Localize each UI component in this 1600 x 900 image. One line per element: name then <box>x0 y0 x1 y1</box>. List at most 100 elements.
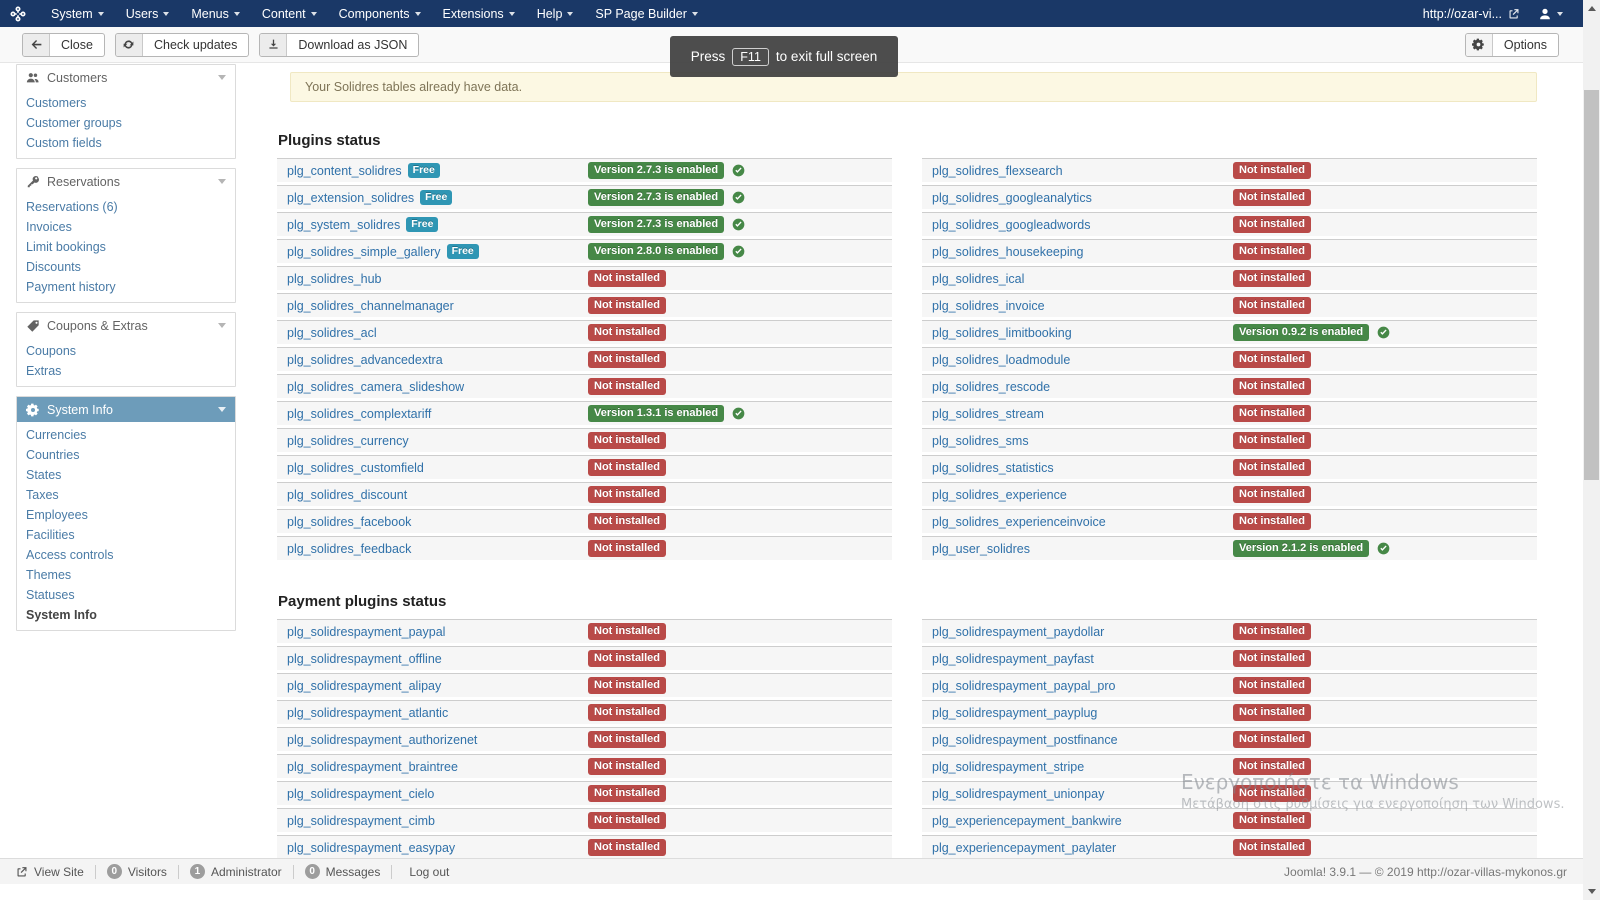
check-circle-icon <box>732 407 745 420</box>
plugin-name-link[interactable]: plg_solidres_rescode <box>932 380 1050 394</box>
sidebar-item-payment-history[interactable]: Payment history <box>17 277 235 297</box>
plugin-name-link[interactable]: plg_solidrespayment_atlantic <box>287 706 448 720</box>
menu-item-users[interactable]: Users <box>115 0 181 27</box>
plugin-name-link[interactable]: plg_solidres_simple_gallery <box>287 245 441 259</box>
status-bar-messages[interactable]: 0 Messages <box>305 864 381 879</box>
plugin-name-link[interactable]: plg_solidres_complextariff <box>287 407 431 421</box>
plugin-name-link[interactable]: plg_experiencepayment_bankwire <box>932 814 1122 828</box>
check-updates-button[interactable]: Check updates <box>115 33 249 57</box>
plugin-name-link[interactable]: plg_solidrespayment_paypal_pro <box>932 679 1115 693</box>
plugin-name-link[interactable]: plg_solidres_experience <box>932 488 1067 502</box>
plugin-name-link[interactable]: plg_extension_solidres <box>287 191 414 205</box>
sidebar-item-facilities[interactable]: Facilities <box>17 525 235 545</box>
options-button[interactable]: Options <box>1465 33 1559 57</box>
sidebar-item-invoices[interactable]: Invoices <box>17 217 235 237</box>
menu-item-content[interactable]: Content <box>251 0 328 27</box>
scroll-up-arrow[interactable] <box>1583 0 1600 17</box>
plugin-name-link[interactable]: plg_system_solidres <box>287 218 400 232</box>
sidebar-panel-header[interactable]: Coupons & Extras <box>17 313 235 338</box>
plugin-name-link[interactable]: plg_solidrespayment_alipay <box>287 679 441 693</box>
plugin-name-link[interactable]: plg_solidres_housekeeping <box>932 245 1084 259</box>
plugin-row: plg_content_solidres Free Version 2.7.3 … <box>277 158 892 182</box>
plugin-name-link[interactable]: plg_solidrespayment_cimb <box>287 814 435 828</box>
plugin-name-link[interactable]: plg_solidrespayment_paypal <box>287 625 445 639</box>
plugin-name-link[interactable]: plg_solidres_camera_slideshow <box>287 380 464 394</box>
sidebar-item-states[interactable]: States <box>17 465 235 485</box>
status-bar-view-site[interactable]: View Site <box>16 865 84 879</box>
plugin-name-link[interactable]: plg_solidres_feedback <box>287 542 411 556</box>
sidebar-item-currencies[interactable]: Currencies <box>17 425 235 445</box>
plugin-name-link[interactable]: plg_solidres_invoice <box>932 299 1045 313</box>
sidebar-item-coupons[interactable]: Coupons <box>17 341 235 361</box>
sidebar-panel-header[interactable]: System Info <box>17 397 235 422</box>
menu-item-components[interactable]: Components <box>328 0 432 27</box>
plugin-name-link[interactable]: plg_solidrespayment_payfast <box>932 652 1094 666</box>
plugin-name-link[interactable]: plg_solidres_stream <box>932 407 1044 421</box>
plugin-name-link[interactable]: plg_solidres_flexsearch <box>932 164 1063 178</box>
plugin-name-link[interactable]: plg_content_solidres <box>287 164 402 178</box>
sidebar-panel-header[interactable]: Reservations <box>17 169 235 194</box>
sidebar-item-employees[interactable]: Employees <box>17 505 235 525</box>
sidebar-item-themes[interactable]: Themes <box>17 565 235 585</box>
sidebar-item-customer-groups[interactable]: Customer groups <box>17 113 235 133</box>
chevron-down-icon <box>692 12 698 16</box>
plugin-name-link[interactable]: plg_solidres_hub <box>287 272 382 286</box>
sidebar-item-taxes[interactable]: Taxes <box>17 485 235 505</box>
plugin-name-link[interactable]: plg_experiencepayment_paylater <box>932 841 1116 855</box>
plugin-name-link[interactable]: plg_solidrespayment_unionpay <box>932 787 1104 801</box>
plugin-name-link[interactable]: plg_solidres_googleanalytics <box>932 191 1092 205</box>
plugin-name-link[interactable]: plg_solidrespayment_easypay <box>287 841 455 855</box>
plugin-name-link[interactable]: plg_solidres_ical <box>932 272 1024 286</box>
sidebar-item-discounts[interactable]: Discounts <box>17 257 235 277</box>
download-json-button[interactable]: Download as JSON <box>259 33 419 57</box>
plugin-name-link[interactable]: plg_solidrespayment_postfinance <box>932 733 1118 747</box>
plugin-name-link[interactable]: plg_solidres_channelmanager <box>287 299 454 313</box>
plugin-name-link[interactable]: plg_solidres_experienceinvoice <box>932 515 1106 529</box>
plugin-name-link[interactable]: plg_solidres_acl <box>287 326 377 340</box>
plugin-name-link[interactable]: plg_solidrespayment_offline <box>287 652 442 666</box>
plugin-name-link[interactable]: plg_solidres_sms <box>932 434 1029 448</box>
sidebar-item-extras[interactable]: Extras <box>17 361 235 381</box>
menu-item-system[interactable]: System <box>40 0 115 27</box>
plugin-name-link[interactable]: plg_solidres_discount <box>287 488 407 502</box>
menu-item-sp-page-builder[interactable]: SP Page Builder <box>584 0 709 27</box>
plugin-name-link[interactable]: plg_solidres_googleadwords <box>932 218 1090 232</box>
menu-item-help[interactable]: Help <box>526 0 585 27</box>
sidebar-panel-header[interactable]: Customers <box>17 65 235 90</box>
status-bar-administrator[interactable]: 1 Administrator <box>190 864 282 879</box>
plugin-name-link[interactable]: plg_solidres_customfield <box>287 461 424 475</box>
plugin-name-link[interactable]: plg_solidrespayment_stripe <box>932 760 1084 774</box>
plugin-name-link[interactable]: plg_solidrespayment_authorizenet <box>287 733 477 747</box>
joomla-logo-icon[interactable] <box>10 6 26 22</box>
plugin-name-link[interactable]: plg_solidres_advancedextra <box>287 353 443 367</box>
plugin-name-link[interactable]: plg_user_solidres <box>932 542 1030 556</box>
status-bar-log-out[interactable]: Log out <box>403 865 449 879</box>
plugin-name-link[interactable]: plg_solidres_statistics <box>932 461 1054 475</box>
plugin-row: plg_solidrespayment_stripe Not installed <box>922 754 1537 778</box>
plugin-name-link[interactable]: plg_solidres_limitbooking <box>932 326 1072 340</box>
sidebar-item-customers[interactable]: Customers <box>17 93 235 113</box>
scrollbar-thumb[interactable] <box>1584 90 1599 480</box>
sidebar-item-system-info[interactable]: System Info <box>17 605 235 625</box>
plugin-name-link[interactable]: plg_solidrespayment_braintree <box>287 760 458 774</box>
user-menu[interactable] <box>1530 7 1571 21</box>
plugin-name-link[interactable]: plg_solidrespayment_payplug <box>932 706 1097 720</box>
plugin-name-link[interactable]: plg_solidrespayment_cielo <box>287 787 434 801</box>
plugin-name-link[interactable]: plg_solidres_currency <box>287 434 409 448</box>
sidebar-item-statuses[interactable]: Statuses <box>17 585 235 605</box>
sidebar-item-reservations-6-[interactable]: Reservations (6) <box>17 197 235 217</box>
sidebar-item-access-controls[interactable]: Access controls <box>17 545 235 565</box>
status-bar-visitors[interactable]: 0 Visitors <box>107 864 167 879</box>
plugin-name-link[interactable]: plg_solidres_loadmodule <box>932 353 1070 367</box>
menu-item-menus[interactable]: Menus <box>180 0 251 27</box>
plugin-name-link[interactable]: plg_solidres_facebook <box>287 515 411 529</box>
preview-site-link[interactable]: http://ozar-vi... <box>1413 7 1530 21</box>
sidebar-item-countries[interactable]: Countries <box>17 445 235 465</box>
sidebar-item-limit-bookings[interactable]: Limit bookings <box>17 237 235 257</box>
close-button[interactable]: Close <box>22 33 105 57</box>
sidebar-item-custom-fields[interactable]: Custom fields <box>17 133 235 153</box>
menu-item-extensions[interactable]: Extensions <box>432 0 526 27</box>
plugin-name-link[interactable]: plg_solidrespayment_paydollar <box>932 625 1104 639</box>
vertical-scrollbar[interactable] <box>1583 0 1600 900</box>
scroll-down-arrow[interactable] <box>1583 883 1600 900</box>
